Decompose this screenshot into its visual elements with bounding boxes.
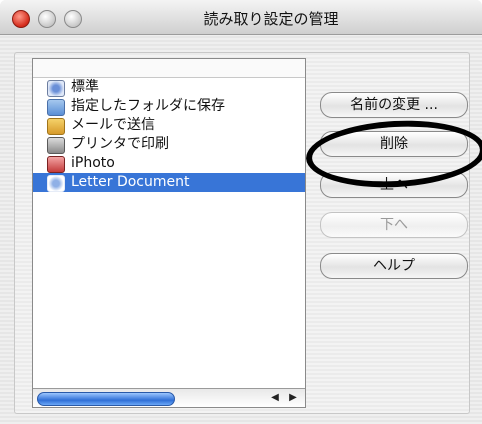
scroll-right-arrow-icon[interactable]: ▶ [285,391,301,405]
rename-button[interactable]: 名前の変更 ... [320,92,468,118]
list-item-label: メールで送信 [71,117,155,133]
scroll-arrows: ◀ ▶ [267,391,301,405]
window-title: 読み取り設定の管理 [203,10,339,28]
settings-list[interactable]: 標準 指定したフォルダに保存 メールで送信 プリンタで印刷 iPhoto Let… [32,58,306,408]
printer-icon [47,137,65,154]
list-item-save-to-folder[interactable]: 指定したフォルダに保存 [33,97,305,116]
title-bar: 読み取り設定の管理 [0,0,482,35]
list-item-label: 標準 [71,79,99,95]
list-item-label: プリンタで印刷 [71,136,169,152]
profile-icon [47,175,65,192]
list-item-label: iPhoto [71,155,115,171]
list-item-standard[interactable]: 標準 [33,78,305,97]
move-down-button[interactable]: 下へ [320,212,468,238]
move-up-button[interactable]: 上へ [320,172,468,198]
list-item-label: 指定したフォルダに保存 [71,98,225,114]
profile-icon [47,80,65,97]
scrollbar-thumb[interactable] [37,392,175,406]
help-button[interactable]: ヘルプ [320,253,468,279]
list-item-letter-document[interactable]: Letter Document [33,173,305,192]
folder-icon [47,99,65,116]
horizontal-scrollbar[interactable]: ◀ ▶ [33,388,305,407]
list-header [33,59,305,78]
scan-settings-management-window: 読み取り設定の管理 標準 指定したフォルダに保存 メールで送信 プリンタで印刷 … [0,0,482,424]
list-item-print[interactable]: プリンタで印刷 [33,135,305,154]
iphoto-icon [47,156,65,173]
mail-icon [47,118,65,135]
list-item-send-email[interactable]: メールで送信 [33,116,305,135]
list-item-iphoto[interactable]: iPhoto [33,154,305,173]
list-item-label: Letter Document [71,174,190,190]
delete-button[interactable]: 削除 [320,131,468,157]
scroll-left-arrow-icon[interactable]: ◀ [267,391,283,405]
